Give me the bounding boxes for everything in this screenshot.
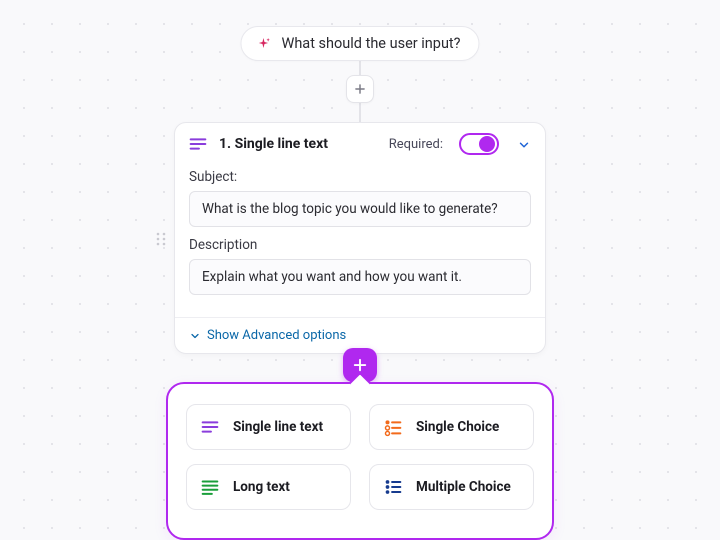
card-title: 1. Single line text: [219, 136, 328, 152]
connector-line: [359, 102, 361, 124]
single-line-text-icon: [187, 133, 209, 155]
drag-handle-icon[interactable]: [155, 231, 169, 245]
required-label: Required:: [389, 137, 443, 152]
field-type-single-choice[interactable]: Single Choice: [369, 404, 534, 450]
field-card: 1. Single line text Required: Subject: D…: [174, 122, 546, 354]
sparkle-icon: [255, 36, 271, 52]
advanced-label: Show Advanced options: [207, 328, 346, 343]
chevron-down-icon[interactable]: [517, 137, 531, 151]
field-type-long-text[interactable]: Long text: [186, 464, 351, 510]
field-type-panel: Single line text Single Choice: [166, 382, 554, 540]
description-input[interactable]: [189, 259, 531, 295]
prompt-node[interactable]: What should the user input?: [240, 26, 479, 61]
chevron-down-icon: [189, 330, 201, 342]
field-type-label: Multiple Choice: [416, 479, 511, 495]
single-choice-icon: [382, 416, 404, 438]
field-type-label: Single line text: [233, 419, 323, 435]
subject-label: Subject:: [189, 169, 531, 185]
subject-input[interactable]: [189, 191, 531, 227]
card-header: 1. Single line text Required:: [175, 123, 545, 165]
field-type-multiple-choice[interactable]: Multiple Choice: [369, 464, 534, 510]
multiple-choice-icon: [382, 476, 404, 498]
required-toggle[interactable]: [459, 133, 499, 155]
prompt-text: What should the user input?: [281, 35, 460, 52]
field-type-single-line-text[interactable]: Single line text: [186, 404, 351, 450]
description-label: Description: [189, 237, 531, 253]
field-type-label: Long text: [233, 479, 290, 495]
single-line-text-icon: [199, 416, 221, 438]
long-text-icon: [199, 476, 221, 498]
field-type-label: Single Choice: [416, 419, 499, 435]
add-step-button[interactable]: [346, 75, 374, 103]
